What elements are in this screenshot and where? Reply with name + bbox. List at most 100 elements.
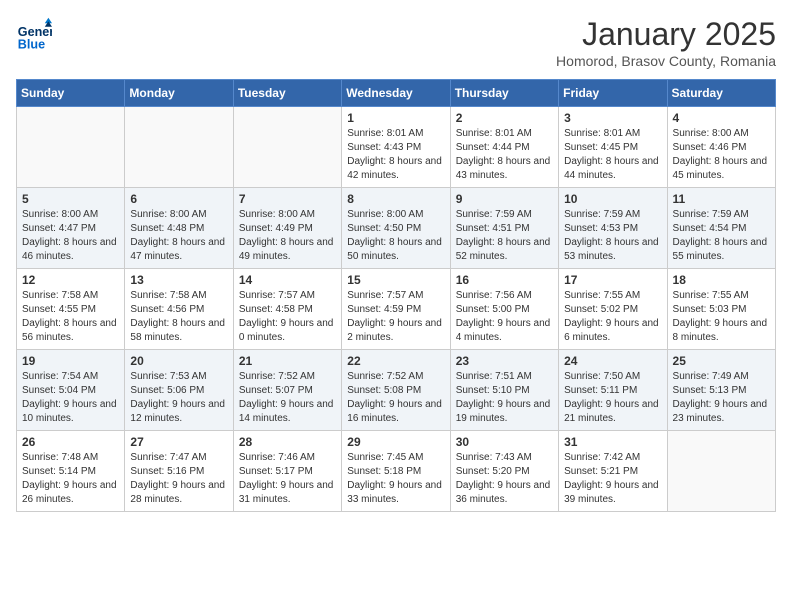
calendar-cell: 17 Sunrise: 7:55 AM Sunset: 5:02 PM Dayli… — [559, 269, 667, 350]
day-info: Sunrise: 7:52 AM Sunset: 5:08 PM Dayligh… — [347, 370, 444, 426]
day-number: 5 — [22, 192, 119, 206]
calendar-cell: 30Sunrise: 7:43 AM Sunset: 5:20 PM Dayli… — [450, 431, 558, 512]
weekday-header-friday: Friday — [559, 80, 667, 107]
weekday-header-row: SundayMondayTuesdayWednesdayThursdayFrid… — [17, 80, 776, 107]
day-info: Sunrise: 8:00 AM Sunset: 4:48 PM Dayligh… — [130, 208, 227, 264]
calendar-cell: 7Sunrise: 8:00 AM Sunset: 4:49 PM Daylig… — [233, 188, 341, 269]
day-info: Sunrise: 7:55 AM Sunset: 5:02 PM Dayligh… — [564, 289, 661, 345]
calendar-cell: 14 Sunrise: 7:57 AM Sunset: 4:58 PM Dayli… — [233, 269, 341, 350]
location-title: Homorod, Brasov County, Romania — [556, 53, 776, 69]
calendar-cell: 10 Sunrise: 7:59 AM Sunset: 4:53 PM Dayli… — [559, 188, 667, 269]
day-number: 29 — [347, 435, 444, 449]
calendar-cell: 5 Sunrise: 8:00 AM Sunset: 4:47 PM Daylig… — [17, 188, 125, 269]
day-number: 13 — [130, 273, 227, 287]
calendar-cell: 29 Sunrise: 7:45 AM Sunset: 5:18 PM Dayli… — [342, 431, 450, 512]
title-block: January 2025 Homorod, Brasov County, Rom… — [556, 16, 776, 69]
day-info: Sunrise: 7:45 AM Sunset: 5:18 PM Dayligh… — [347, 451, 444, 507]
day-number: 4 — [673, 111, 770, 125]
day-info: Sunrise: 7:54 AM Sunset: 5:04 PM Dayligh… — [22, 370, 119, 426]
day-number: 11 — [673, 192, 770, 206]
day-info: Sunrise: 7:49 AM Sunset: 5:13 PM Dayligh… — [673, 370, 770, 426]
calendar-cell: 4 Sunrise: 8:00 AM Sunset: 4:46 PM Daylig… — [667, 107, 775, 188]
day-number: 12 — [22, 273, 119, 287]
calendar-cell: 16Sunrise: 7:56 AM Sunset: 5:00 PM Dayli… — [450, 269, 558, 350]
day-info: Sunrise: 7:47 AM Sunset: 5:16 PM Dayligh… — [130, 451, 227, 507]
day-number: 19 — [22, 354, 119, 368]
day-info: Sunrise: 7:42 AM Sunset: 5:21 PM Dayligh… — [564, 451, 661, 507]
day-number: 14 — [239, 273, 336, 287]
calendar-week-row: 26 Sunrise: 7:48 AM Sunset: 5:14 PM Dayli… — [17, 431, 776, 512]
page-header: General Blue January 2025 Homorod, Braso… — [16, 16, 776, 69]
calendar-cell — [125, 107, 233, 188]
day-number: 24 — [564, 354, 661, 368]
day-number: 23 — [456, 354, 553, 368]
svg-text:Blue: Blue — [18, 37, 45, 51]
day-number: 8 — [347, 192, 444, 206]
day-info: Sunrise: 7:58 AM Sunset: 4:56 PM Dayligh… — [130, 289, 227, 345]
day-info: Sunrise: 7:48 AM Sunset: 5:14 PM Dayligh… — [22, 451, 119, 507]
day-info: Sunrise: 7:46 AM Sunset: 5:17 PM Dayligh… — [239, 451, 336, 507]
day-info: Sunrise: 7:56 AM Sunset: 5:00 PM Dayligh… — [456, 289, 553, 345]
day-number: 2 — [456, 111, 553, 125]
day-info: Sunrise: 7:58 AM Sunset: 4:55 PM Dayligh… — [22, 289, 119, 345]
day-number: 28 — [239, 435, 336, 449]
calendar-cell: 20 Sunrise: 7:53 AM Sunset: 5:06 PM Dayli… — [125, 350, 233, 431]
calendar-cell — [233, 107, 341, 188]
day-number: 31 — [564, 435, 661, 449]
weekday-header-tuesday: Tuesday — [233, 80, 341, 107]
calendar-cell: 9Sunrise: 7:59 AM Sunset: 4:51 PM Daylig… — [450, 188, 558, 269]
calendar-cell — [17, 107, 125, 188]
calendar-cell: 2 Sunrise: 8:01 AM Sunset: 4:44 PM Daylig… — [450, 107, 558, 188]
day-info: Sunrise: 7:55 AM Sunset: 5:03 PM Dayligh… — [673, 289, 770, 345]
day-info: Sunrise: 7:43 AM Sunset: 5:20 PM Dayligh… — [456, 451, 553, 507]
day-number: 20 — [130, 354, 227, 368]
calendar-cell: 22Sunrise: 7:52 AM Sunset: 5:08 PM Dayli… — [342, 350, 450, 431]
calendar-cell: 1Sunrise: 8:01 AM Sunset: 4:43 PM Daylig… — [342, 107, 450, 188]
day-info: Sunrise: 7:57 AM Sunset: 4:59 PM Dayligh… — [347, 289, 444, 345]
day-info: Sunrise: 7:59 AM Sunset: 4:53 PM Dayligh… — [564, 208, 661, 264]
calendar-cell: 15Sunrise: 7:57 AM Sunset: 4:59 PM Dayli… — [342, 269, 450, 350]
calendar-cell: 31 Sunrise: 7:42 AM Sunset: 5:21 PM Dayli… — [559, 431, 667, 512]
calendar-cell: 8 Sunrise: 8:00 AM Sunset: 4:50 PM Daylig… — [342, 188, 450, 269]
month-title: January 2025 — [556, 16, 776, 53]
day-number: 26 — [22, 435, 119, 449]
day-info: Sunrise: 8:01 AM Sunset: 4:44 PM Dayligh… — [456, 127, 553, 183]
logo-icon: General Blue — [16, 16, 52, 52]
calendar-week-row: 5 Sunrise: 8:00 AM Sunset: 4:47 PM Daylig… — [17, 188, 776, 269]
day-number: 6 — [130, 192, 227, 206]
day-number: 27 — [130, 435, 227, 449]
day-info: Sunrise: 7:53 AM Sunset: 5:06 PM Dayligh… — [130, 370, 227, 426]
calendar-week-row: 12 Sunrise: 7:58 AM Sunset: 4:55 PM Dayli… — [17, 269, 776, 350]
day-info: Sunrise: 8:01 AM Sunset: 4:45 PM Dayligh… — [564, 127, 661, 183]
day-number: 25 — [673, 354, 770, 368]
day-info: Sunrise: 7:52 AM Sunset: 5:07 PM Dayligh… — [239, 370, 336, 426]
calendar-cell: 19 Sunrise: 7:54 AM Sunset: 5:04 PM Dayli… — [17, 350, 125, 431]
calendar-cell: 27 Sunrise: 7:47 AM Sunset: 5:16 PM Dayli… — [125, 431, 233, 512]
weekday-header-monday: Monday — [125, 80, 233, 107]
day-info: Sunrise: 8:00 AM Sunset: 4:47 PM Dayligh… — [22, 208, 119, 264]
day-info: Sunrise: 7:59 AM Sunset: 4:51 PM Dayligh… — [456, 208, 553, 264]
calendar-cell: 28 Sunrise: 7:46 AM Sunset: 5:17 PM Dayli… — [233, 431, 341, 512]
calendar-cell: 12 Sunrise: 7:58 AM Sunset: 4:55 PM Dayli… — [17, 269, 125, 350]
day-info: Sunrise: 8:00 AM Sunset: 4:46 PM Dayligh… — [673, 127, 770, 183]
calendar-week-row: 19 Sunrise: 7:54 AM Sunset: 5:04 PM Dayli… — [17, 350, 776, 431]
day-info: Sunrise: 8:00 AM Sunset: 4:50 PM Dayligh… — [347, 208, 444, 264]
day-info: Sunrise: 7:59 AM Sunset: 4:54 PM Dayligh… — [673, 208, 770, 264]
day-number: 1 — [347, 111, 444, 125]
calendar-cell: 3Sunrise: 8:01 AM Sunset: 4:45 PM Daylig… — [559, 107, 667, 188]
calendar-cell: 23 Sunrise: 7:51 AM Sunset: 5:10 PM Dayli… — [450, 350, 558, 431]
day-number: 17 — [564, 273, 661, 287]
weekday-header-sunday: Sunday — [17, 80, 125, 107]
day-info: Sunrise: 7:51 AM Sunset: 5:10 PM Dayligh… — [456, 370, 553, 426]
day-info: Sunrise: 7:57 AM Sunset: 4:58 PM Dayligh… — [239, 289, 336, 345]
calendar-cell: 21Sunrise: 7:52 AM Sunset: 5:07 PM Dayli… — [233, 350, 341, 431]
calendar-cell: 26 Sunrise: 7:48 AM Sunset: 5:14 PM Dayli… — [17, 431, 125, 512]
calendar-cell: 13 Sunrise: 7:58 AM Sunset: 4:56 PM Dayli… — [125, 269, 233, 350]
calendar-cell: 18Sunrise: 7:55 AM Sunset: 5:03 PM Dayli… — [667, 269, 775, 350]
weekday-header-wednesday: Wednesday — [342, 80, 450, 107]
calendar-table: SundayMondayTuesdayWednesdayThursdayFrid… — [16, 79, 776, 512]
day-number: 7 — [239, 192, 336, 206]
day-number: 10 — [564, 192, 661, 206]
calendar-cell: 24 Sunrise: 7:50 AM Sunset: 5:11 PM Dayli… — [559, 350, 667, 431]
day-info: Sunrise: 7:50 AM Sunset: 5:11 PM Dayligh… — [564, 370, 661, 426]
